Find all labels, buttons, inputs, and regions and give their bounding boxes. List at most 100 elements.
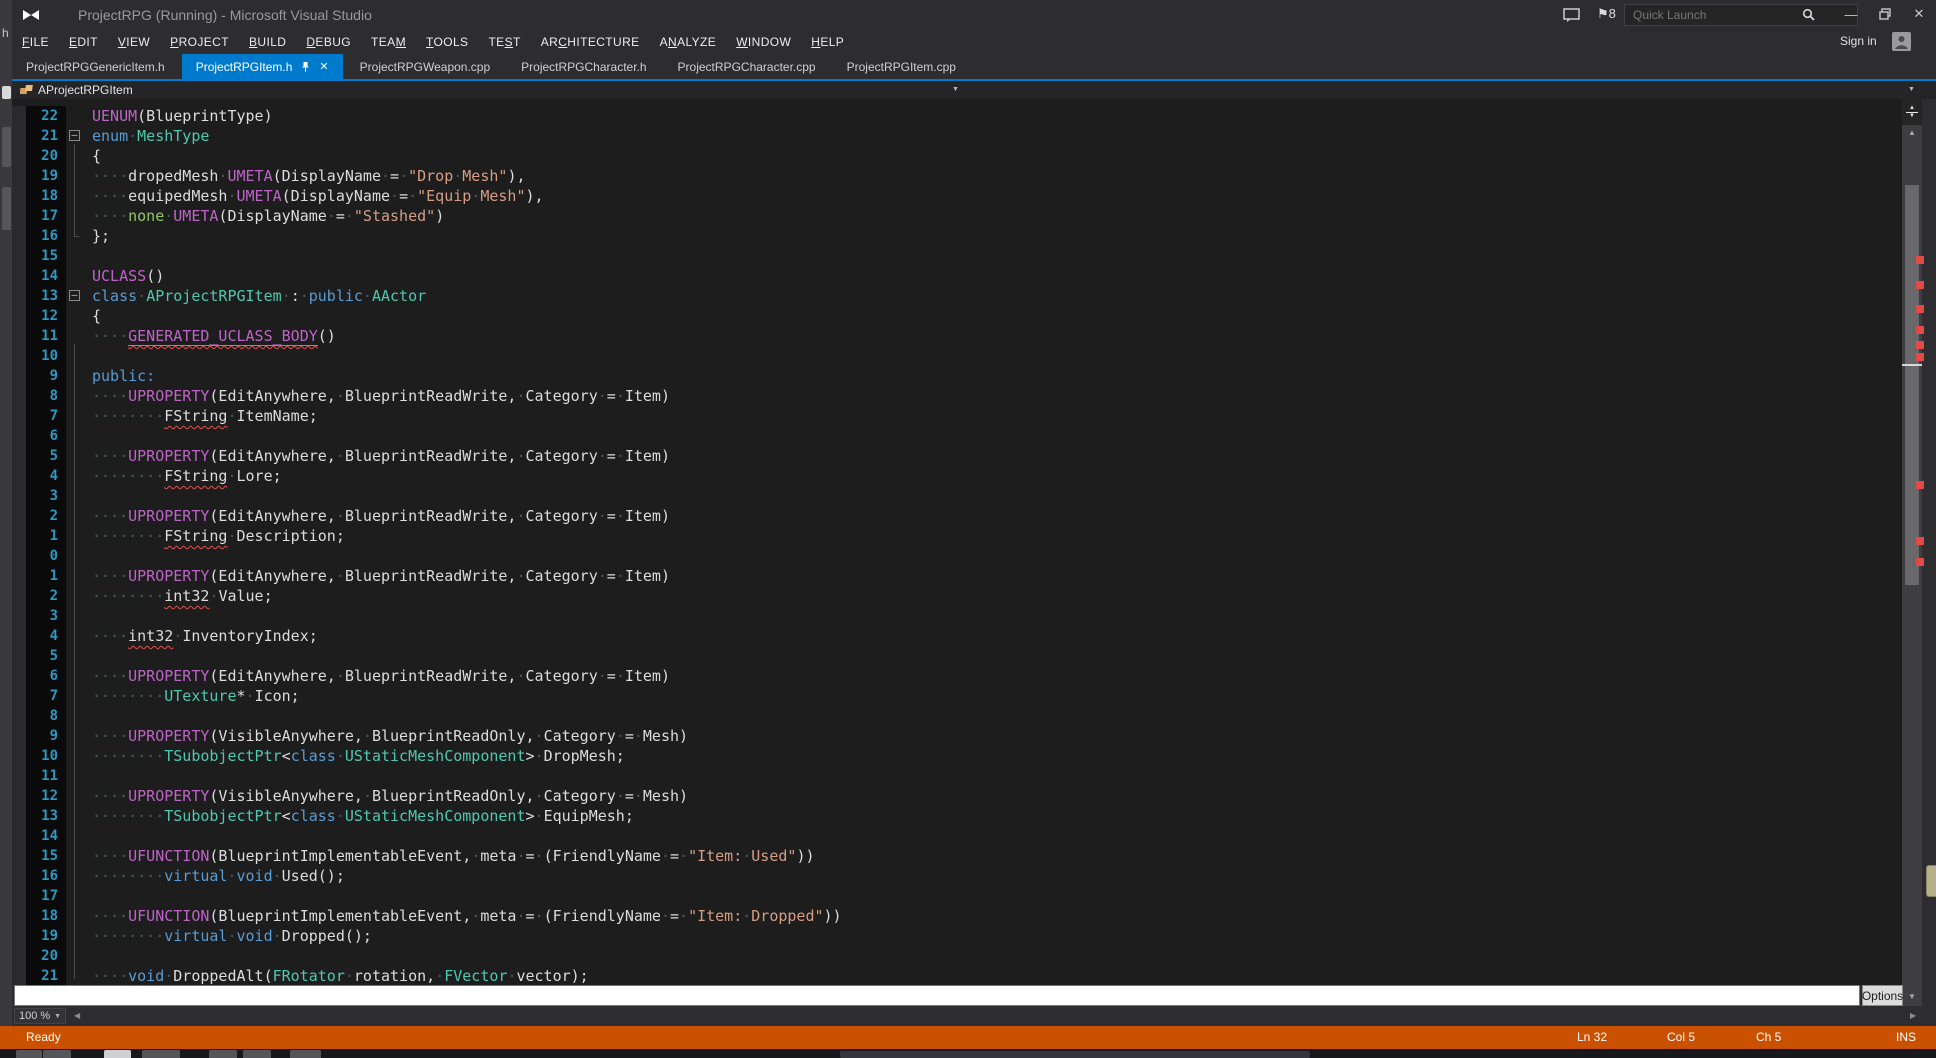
taskbar-icon[interactable] <box>209 1050 237 1058</box>
code-line[interactable]: 8 <box>12 706 1902 726</box>
breakpoint-margin[interactable] <box>12 286 26 306</box>
code-line[interactable]: 7········UTexture*·Icon; <box>12 686 1902 706</box>
menu-item-team[interactable]: TEAM <box>361 35 416 49</box>
code-area[interactable]: 22UENUM(BlueprintType)21–enum·MeshType20… <box>12 99 1902 986</box>
breakpoint-margin[interactable] <box>12 846 26 866</box>
scrollbar-thumb[interactable] <box>1905 185 1919 585</box>
scroll-left-arrow[interactable]: ◀ <box>74 1011 80 1020</box>
breakpoint-margin[interactable] <box>12 266 26 286</box>
navbar-scope-dropdown[interactable]: AProjectRPGItem <box>38 83 133 97</box>
user-avatar-icon[interactable] <box>1892 32 1911 51</box>
breakpoint-margin[interactable] <box>12 306 26 326</box>
code-line[interactable]: 19····dropedMesh·UMETA(DisplayName·=·"Dr… <box>12 166 1902 186</box>
chevron-down-icon[interactable]: ▼ <box>952 86 959 93</box>
code-line[interactable]: 16········virtual·void·Used(); <box>12 866 1902 886</box>
code-line[interactable]: 14UCLASS() <box>12 266 1902 286</box>
code-line[interactable]: 6····UPROPERTY(EditAnywhere,·BlueprintRe… <box>12 666 1902 686</box>
code-line[interactable]: 15····UFUNCTION(BlueprintImplementableEv… <box>12 846 1902 866</box>
code-line[interactable]: 7········FString·ItemName; <box>12 406 1902 426</box>
code-line[interactable]: 1········FString·Description; <box>12 526 1902 546</box>
code-line[interactable]: 9····UPROPERTY(VisibleAnywhere,·Blueprin… <box>12 726 1902 746</box>
tab-projectrpgitem.cpp[interactable]: ProjectRPGItem.cpp <box>833 54 970 79</box>
breakpoint-margin[interactable] <box>12 466 26 486</box>
breakpoint-margin[interactable] <box>12 446 26 466</box>
breakpoint-margin[interactable] <box>12 786 26 806</box>
error-marker[interactable] <box>1916 256 1924 264</box>
taskbar-icon[interactable] <box>243 1050 271 1058</box>
breakpoint-margin[interactable] <box>12 866 26 886</box>
breakpoint-margin[interactable] <box>12 186 26 206</box>
code-line[interactable]: 20 <box>12 946 1902 966</box>
breakpoint-margin[interactable] <box>12 686 26 706</box>
code-line[interactable]: 14 <box>12 826 1902 846</box>
breakpoint-margin[interactable] <box>12 166 26 186</box>
close-tab-icon[interactable]: ✕ <box>319 60 328 73</box>
menu-item-help[interactable]: HELP <box>801 35 854 49</box>
menu-item-file[interactable]: FILE <box>12 35 59 49</box>
code-line[interactable]: 18····UFUNCTION(BlueprintImplementableEv… <box>12 906 1902 926</box>
breakpoint-margin[interactable] <box>12 666 26 686</box>
code-line[interactable]: 3 <box>12 606 1902 626</box>
breakpoint-margin[interactable] <box>12 106 26 126</box>
breakpoint-margin[interactable] <box>12 326 26 346</box>
taskbar-icon[interactable] <box>290 1050 321 1058</box>
taskbar-icon[interactable] <box>142 1050 180 1058</box>
notifications-flag-icon[interactable]: ⚑8 <box>1597 6 1616 22</box>
code-line[interactable]: 8····UPROPERTY(EditAnywhere,·BlueprintRe… <box>12 386 1902 406</box>
menu-item-build[interactable]: BUILD <box>239 35 296 49</box>
breakpoint-margin[interactable] <box>12 646 26 666</box>
breakpoint-margin[interactable] <box>12 386 26 406</box>
code-line[interactable]: 12{ <box>12 306 1902 326</box>
breakpoint-margin[interactable] <box>12 766 26 786</box>
breakpoint-margin[interactable] <box>12 406 26 426</box>
breakpoint-margin[interactable] <box>12 726 26 746</box>
breakpoint-margin[interactable] <box>12 706 26 726</box>
breakpoint-margin[interactable] <box>12 526 26 546</box>
search-icon[interactable] <box>1802 8 1815 21</box>
code-line[interactable]: 15 <box>12 246 1902 266</box>
breakpoint-margin[interactable] <box>12 806 26 826</box>
breakpoint-margin[interactable] <box>12 586 26 606</box>
menu-item-edit[interactable]: EDIT <box>59 35 108 49</box>
breakpoint-margin[interactable] <box>12 546 26 566</box>
menu-item-analyze[interactable]: ANALYZE <box>650 35 727 49</box>
code-line[interactable]: 6 <box>12 426 1902 446</box>
code-line[interactable]: 0 <box>12 546 1902 566</box>
code-line[interactable]: 21····void·DroppedAlt(FRotator·rotation,… <box>12 966 1902 986</box>
chevron-down-icon[interactable]: ▼ <box>1908 86 1915 93</box>
code-line[interactable]: 18····equipedMesh·UMETA(DisplayName·=·"E… <box>12 186 1902 206</box>
code-line[interactable]: 13–class·AProjectRPGItem·:·public·AActor <box>12 286 1902 306</box>
tab-projectrpgcharacter.cpp[interactable]: ProjectRPGCharacter.cpp <box>664 54 830 79</box>
menu-item-test[interactable]: TEST <box>478 35 530 49</box>
code-line[interactable]: 11 <box>12 766 1902 786</box>
code-line[interactable]: 2········int32·Value; <box>12 586 1902 606</box>
code-line[interactable]: 10 <box>12 346 1902 366</box>
error-marker[interactable] <box>1916 326 1924 334</box>
quick-launch-input[interactable] <box>1624 4 1858 26</box>
taskbar-icon[interactable] <box>16 1050 42 1058</box>
code-line[interactable]: 3 <box>12 486 1902 506</box>
breakpoint-margin[interactable] <box>12 906 26 926</box>
close-window-button[interactable]: ✕ <box>1904 0 1934 28</box>
tab-projectrpgitem.h[interactable]: ProjectRPGItem.h✕ <box>182 54 343 79</box>
tab-projectrpgcharacter.h[interactable]: ProjectRPGCharacter.h <box>507 54 660 79</box>
menu-item-tools[interactable]: TOOLS <box>416 35 478 49</box>
breakpoint-margin[interactable] <box>12 486 26 506</box>
taskbar-icon[interactable] <box>43 1050 71 1058</box>
code-line[interactable]: 11····GENERATED_UCLASS_BODY() <box>12 326 1902 346</box>
breakpoint-margin[interactable] <box>12 966 26 986</box>
fold-toggle-icon[interactable]: – <box>69 290 80 301</box>
breakpoint-margin[interactable] <box>12 626 26 646</box>
breakpoint-margin[interactable] <box>12 146 26 166</box>
find-input[interactable] <box>14 985 1860 1006</box>
breakpoint-margin[interactable] <box>12 946 26 966</box>
error-marker[interactable] <box>1916 537 1924 545</box>
code-line[interactable]: 17 <box>12 886 1902 906</box>
code-line[interactable]: 21–enum·MeshType <box>12 126 1902 146</box>
breakpoint-margin[interactable] <box>12 606 26 626</box>
menu-item-project[interactable]: PROJECT <box>160 35 239 49</box>
pin-icon[interactable] <box>301 61 310 73</box>
scroll-up-arrow[interactable]: ▲ <box>1902 128 1922 137</box>
options-button[interactable]: Options <box>1862 985 1903 1006</box>
breakpoint-margin[interactable] <box>12 826 26 846</box>
